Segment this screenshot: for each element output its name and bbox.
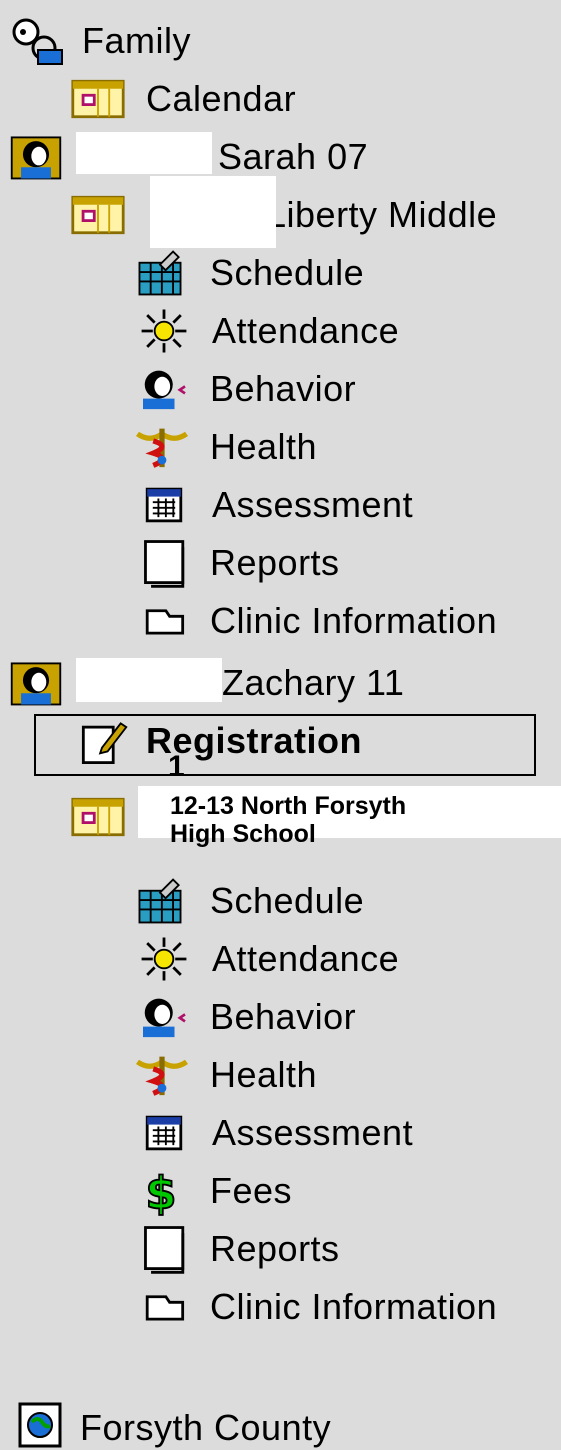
attendance-icon bbox=[136, 934, 192, 984]
calendar-icon bbox=[70, 792, 126, 842]
tree-label: Reports bbox=[210, 1228, 340, 1269]
tree-label: Reports bbox=[210, 542, 340, 583]
family-icon bbox=[8, 16, 64, 66]
tree-label: Clinic Information bbox=[210, 600, 498, 641]
tree-label: Behavior bbox=[210, 996, 357, 1037]
redaction-block bbox=[150, 176, 276, 248]
schedule-icon bbox=[132, 248, 188, 298]
reports-icon bbox=[138, 1224, 194, 1274]
tree-label: Health bbox=[210, 426, 318, 467]
health-icon bbox=[134, 1050, 190, 1100]
clinic-icon bbox=[136, 1282, 192, 1332]
svg-text:$: $ bbox=[145, 1167, 176, 1216]
calendar-icon bbox=[70, 74, 126, 124]
tree-label: Fees bbox=[210, 1170, 293, 1211]
fees-icon: $ bbox=[136, 1166, 192, 1216]
clinic-icon bbox=[136, 596, 192, 646]
tree-label: Clinic Information bbox=[210, 1286, 498, 1327]
tree-label: Forsyth County bbox=[80, 1407, 332, 1448]
tree-label: Schedule bbox=[210, 252, 365, 293]
assessment-icon bbox=[136, 480, 192, 530]
tree-label: Attendance bbox=[212, 938, 400, 979]
student-icon bbox=[8, 132, 64, 182]
tree-label: Assessment bbox=[212, 1112, 414, 1153]
tree-label: Health bbox=[210, 1054, 318, 1095]
reports-icon bbox=[138, 538, 194, 588]
tree-label: Attendance bbox=[212, 310, 400, 351]
assessment-icon bbox=[136, 1108, 192, 1158]
school-label-line2: High School bbox=[170, 820, 316, 848]
tree-label: Assessment bbox=[212, 484, 414, 525]
tree-label: Sarah 07 bbox=[218, 136, 369, 177]
school-label-overlay: 12-13 North Forsyth High School bbox=[138, 786, 561, 848]
tree-label: Liberty Middle bbox=[266, 194, 498, 235]
student-icon bbox=[8, 658, 64, 708]
tree-label: Family bbox=[82, 20, 191, 61]
behavior-icon bbox=[136, 992, 192, 1042]
redaction-block bbox=[76, 132, 212, 174]
tree-label: Behavior bbox=[210, 368, 357, 409]
registration-icon bbox=[74, 718, 130, 768]
redaction-block bbox=[76, 658, 222, 702]
behavior-icon bbox=[136, 364, 192, 414]
tree-label: Calendar bbox=[146, 78, 297, 119]
attendance-icon bbox=[136, 306, 192, 356]
tree-label: Zachary 11 bbox=[222, 662, 405, 703]
calendar-icon bbox=[70, 190, 126, 240]
health-icon bbox=[134, 422, 190, 472]
school-label-line1: 12-13 North Forsyth bbox=[170, 792, 407, 820]
tree-label: Schedule bbox=[210, 880, 365, 921]
district-icon bbox=[12, 1398, 68, 1448]
schedule-icon bbox=[132, 876, 188, 926]
registration-marker: 1 bbox=[168, 750, 185, 783]
